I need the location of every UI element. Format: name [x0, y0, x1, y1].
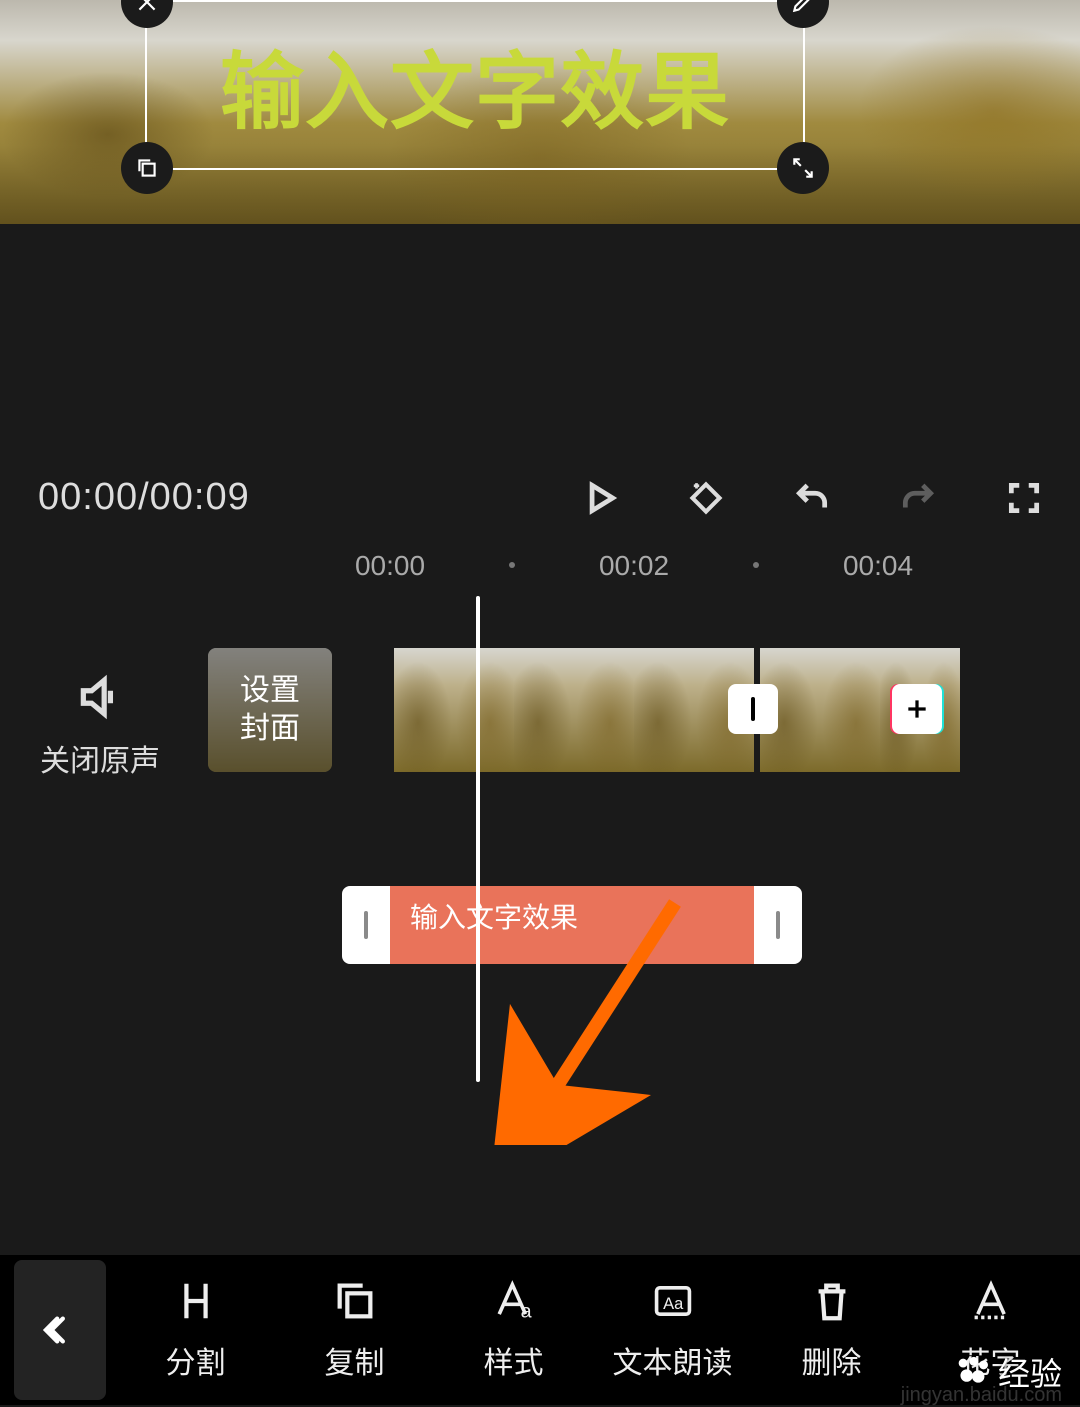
watermark-brand: 经验: [998, 1349, 1062, 1395]
rotate-scale-icon[interactable]: [777, 142, 829, 194]
text-clip-label: 输入文字效果: [410, 896, 578, 936]
tool-label: 样式: [484, 1338, 544, 1382]
playback-bar: 00:00/00:09: [0, 455, 1080, 540]
copy-icon[interactable]: [121, 142, 173, 194]
trash-icon: [809, 1278, 855, 1324]
tts-icon: Aa: [650, 1278, 696, 1324]
ruler-tick: 00:02: [599, 550, 669, 582]
video-clip-1[interactable]: [394, 648, 754, 772]
timeline[interactable]: 00:00 00:02 00:04 关闭原声 设置 封面 输入文字效果: [0, 540, 1080, 1080]
tool-tts[interactable]: Aa 文本朗读: [608, 1278, 738, 1382]
paw-icon: [954, 1356, 990, 1388]
tool-style[interactable]: a 样式: [449, 1278, 579, 1382]
fullscreen-button[interactable]: [1002, 476, 1046, 520]
time-ruler: 00:00 00:02 00:04: [0, 540, 1080, 592]
back-button[interactable]: [14, 1260, 106, 1400]
tool-label: 删除: [802, 1338, 862, 1382]
speaker-icon: [75, 672, 125, 722]
add-clip-button[interactable]: [892, 684, 942, 734]
split-icon: [173, 1278, 219, 1324]
redo-button[interactable]: [896, 476, 940, 520]
tool-copy[interactable]: 复制: [290, 1278, 420, 1382]
set-cover-button[interactable]: 设置 封面: [208, 648, 332, 772]
video-preview[interactable]: 输入文字效果: [0, 0, 1080, 224]
svg-text:a: a: [520, 1300, 531, 1322]
overlay-text: 输入文字效果: [147, 2, 803, 168]
keyframe-add-icon[interactable]: [684, 476, 728, 520]
mute-label: 关闭原声: [0, 736, 200, 780]
ruler-dot: [509, 562, 515, 568]
playhead[interactable]: [476, 596, 480, 1082]
watermark: 经验: [954, 1349, 1062, 1395]
tool-label: 分割: [166, 1338, 226, 1382]
copy-icon: [332, 1278, 378, 1324]
mute-original-audio[interactable]: 关闭原声: [0, 648, 200, 780]
ruler-dot: [753, 562, 759, 568]
ruler-tick: 00:00: [355, 550, 425, 582]
text-track-clip[interactable]: 输入文字效果: [342, 886, 802, 964]
ruler-tick: 00:04: [843, 550, 913, 582]
text-overlay-box[interactable]: 输入文字效果: [145, 0, 805, 170]
time-display: 00:00/00:09: [38, 476, 250, 519]
bottom-toolbar: 分割 复制 a 样式 Aa 文本朗读 删除 花字: [0, 1255, 1080, 1405]
tool-split[interactable]: 分割: [131, 1278, 261, 1382]
tool-label: 复制: [325, 1338, 385, 1382]
play-button[interactable]: [578, 476, 622, 520]
text-clip-handle-right[interactable]: [754, 911, 802, 939]
tool-delete[interactable]: 删除: [767, 1278, 897, 1382]
style-icon: a: [491, 1278, 537, 1324]
tool-label: 文本朗读: [613, 1338, 733, 1382]
undo-button[interactable]: [790, 476, 834, 520]
fancy-text-icon: [968, 1278, 1014, 1324]
clip-transition-handle[interactable]: [728, 684, 778, 734]
svg-text:Aa: Aa: [663, 1295, 684, 1313]
cover-label: 设置 封面: [240, 672, 300, 748]
text-clip-handle-left[interactable]: [342, 911, 390, 939]
